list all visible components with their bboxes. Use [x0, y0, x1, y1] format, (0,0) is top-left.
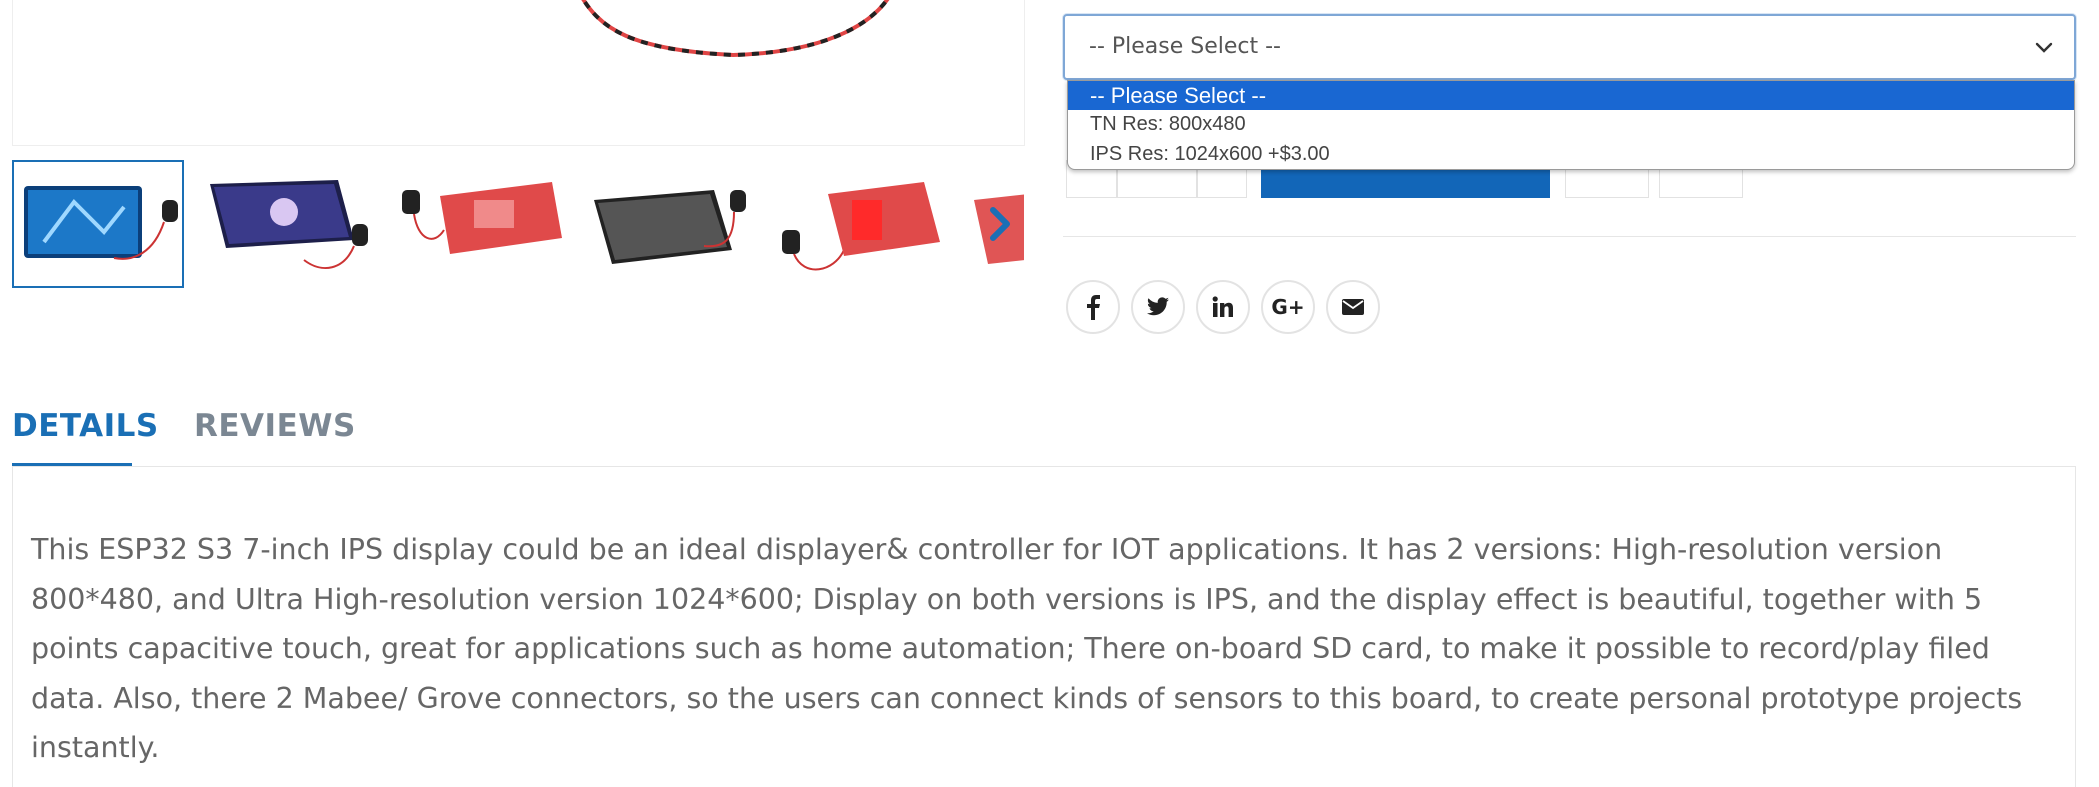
chevron-down-icon: [2034, 40, 2054, 59]
thumbnail-5[interactable]: [774, 160, 946, 288]
main-product-image[interactable]: [12, 0, 1025, 146]
thumbnail-strip: [12, 160, 1024, 294]
select-option-please-select[interactable]: -- Please Select --: [1068, 81, 2074, 110]
tab-reviews[interactable]: REVIEWS: [194, 408, 356, 444]
select-dropdown-list: -- Please Select -- TN Res: 800x480 IPS …: [1067, 80, 2075, 170]
twitter-icon[interactable]: [1131, 280, 1185, 334]
google-plus-icon[interactable]: G+: [1261, 280, 1315, 334]
option-select[interactable]: -- Please Select --: [1063, 14, 2076, 80]
thumbnail-1[interactable]: [12, 160, 184, 288]
email-icon[interactable]: [1326, 280, 1380, 334]
divider: [1063, 236, 2076, 237]
facebook-icon[interactable]: [1066, 280, 1120, 334]
select-current-value: -- Please Select --: [1089, 34, 1281, 59]
tab-details[interactable]: DETAILS: [12, 408, 159, 444]
tab-active-indicator: [12, 463, 132, 466]
google-plus-label: G+: [1271, 295, 1305, 319]
chevron-right-icon[interactable]: [982, 202, 1018, 246]
thumbnail-4[interactable]: [584, 160, 756, 288]
details-panel: This ESP32 S3 7-inch IPS display could b…: [12, 467, 2076, 787]
product-description: This ESP32 S3 7-inch IPS display could b…: [31, 533, 2023, 764]
select-option-tn-res[interactable]: TN Res: 800x480: [1068, 110, 2074, 139]
thumbnail-3[interactable]: [394, 160, 566, 288]
select-option-ips-res[interactable]: IPS Res: 1024x600 +$3.00: [1068, 140, 2074, 169]
linkedin-icon[interactable]: [1196, 280, 1250, 334]
thumbnail-2[interactable]: [204, 160, 376, 288]
